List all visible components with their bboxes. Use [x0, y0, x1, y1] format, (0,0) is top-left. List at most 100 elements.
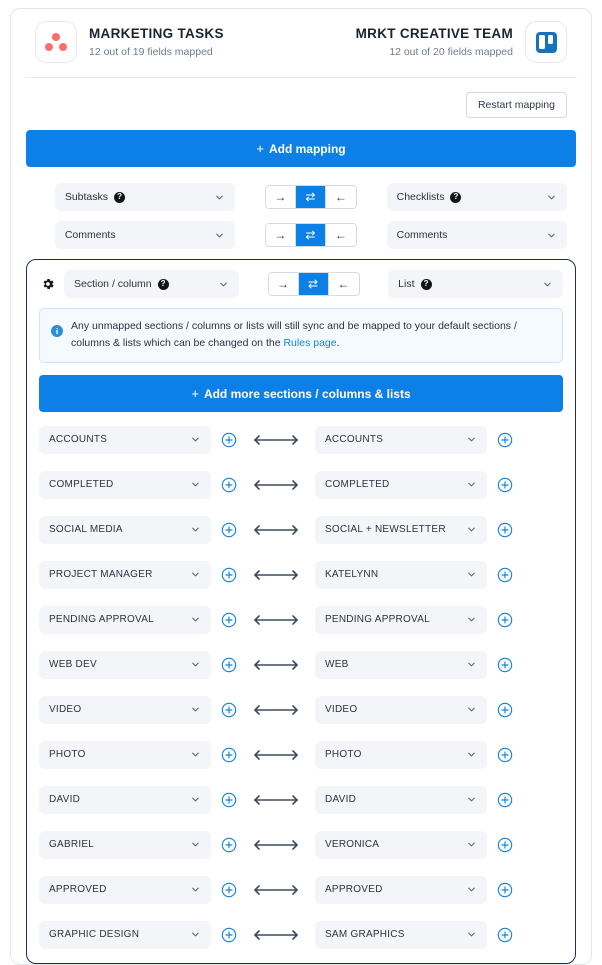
- add-left-section-button[interactable]: [221, 747, 237, 763]
- add-right-list-button[interactable]: [497, 612, 513, 628]
- gear-icon[interactable]: [39, 277, 57, 291]
- add-left-section-button[interactable]: [221, 567, 237, 583]
- add-right-list-button[interactable]: [497, 792, 513, 808]
- add-right-list-button[interactable]: [497, 522, 513, 538]
- direction-toggle-1[interactable]: → ⇄ ←: [264, 223, 357, 247]
- section-row-right-select[interactable]: WEB: [315, 650, 487, 679]
- help-icon[interactable]: ?: [450, 191, 462, 203]
- add-left-section-button[interactable]: [221, 837, 237, 853]
- restart-row: Restart mapping: [25, 78, 577, 130]
- section-row-left-select[interactable]: VIDEO: [39, 695, 211, 724]
- section-row-left-select[interactable]: WEB DEV: [39, 650, 211, 679]
- help-icon[interactable]: ?: [157, 278, 169, 290]
- chevron-down-icon: [214, 230, 225, 241]
- section-row-right-select[interactable]: COMPLETED: [315, 470, 487, 499]
- section-row-right-label: APPROVED: [325, 884, 383, 896]
- direction-both-option[interactable]: ⇄: [295, 186, 326, 208]
- add-left-section-button[interactable]: [221, 477, 237, 493]
- add-right-list-button[interactable]: [497, 882, 513, 898]
- section-row-left-select[interactable]: APPROVED: [39, 875, 211, 904]
- add-right-list-button[interactable]: [497, 702, 513, 718]
- mapping-left-label: Comments: [64, 229, 116, 241]
- add-left-section-button[interactable]: [221, 612, 237, 628]
- section-row-right-label: DAVID: [325, 794, 357, 806]
- add-right-list-button[interactable]: [497, 432, 513, 448]
- chevron-down-icon: [466, 704, 477, 715]
- chevron-down-icon: [190, 884, 201, 895]
- bidirectional-arrow-icon: [248, 884, 304, 896]
- section-row-right-label: KATELYNN: [325, 569, 379, 581]
- mapping-right-select[interactable]: Comments: [386, 221, 568, 249]
- restart-mapping-button[interactable]: Restart mapping: [465, 92, 567, 118]
- add-left-section-button[interactable]: [221, 882, 237, 898]
- add-left-section-button[interactable]: [221, 522, 237, 538]
- add-left-section-button[interactable]: [221, 657, 237, 673]
- chevron-down-icon: [466, 614, 477, 625]
- direction-both-option[interactable]: ⇄: [298, 273, 329, 295]
- bidirectional-arrow-icon: [248, 479, 304, 491]
- section-row-left-select[interactable]: DAVID: [39, 785, 211, 814]
- direction-left-option[interactable]: ←: [325, 224, 356, 246]
- chevron-down-icon: [466, 794, 477, 805]
- section-row-right-select[interactable]: VIDEO: [315, 695, 487, 724]
- mapping-left-select[interactable]: Subtasks?: [54, 183, 236, 211]
- section-row-right-select[interactable]: KATELYNN: [315, 560, 487, 589]
- mapping-left-select[interactable]: Comments: [54, 221, 236, 249]
- section-row-left-select[interactable]: ACCOUNTS: [39, 425, 211, 454]
- section-right-select[interactable]: List ?: [388, 270, 563, 298]
- section-mapping-row: ACCOUNTS ACCOUNTS: [39, 425, 563, 454]
- direction-both-option[interactable]: ⇄: [295, 224, 326, 246]
- add-right-list-button[interactable]: [497, 657, 513, 673]
- section-row-left-select[interactable]: GABRIEL: [39, 830, 211, 859]
- chevron-down-icon: [546, 192, 557, 203]
- mapping-right-select[interactable]: Checklists?: [386, 183, 568, 211]
- add-right-list-button[interactable]: [497, 927, 513, 943]
- add-more-sections-button[interactable]: + Add more sections / columns & lists: [39, 374, 563, 412]
- direction-right-option[interactable]: →: [265, 224, 296, 246]
- section-row-left-select[interactable]: COMPLETED: [39, 470, 211, 499]
- direction-right-option[interactable]: →: [268, 273, 299, 295]
- section-row-right-select[interactable]: VERONICA: [315, 830, 487, 859]
- chevron-down-icon: [190, 434, 201, 445]
- direction-left-option[interactable]: ←: [328, 273, 359, 295]
- help-icon[interactable]: ?: [114, 191, 126, 203]
- section-mapping-row: WEB DEV WEB: [39, 650, 563, 679]
- section-row-right-select[interactable]: ACCOUNTS: [315, 425, 487, 454]
- bidirectional-arrow-icon: [248, 794, 304, 806]
- add-right-list-button[interactable]: [497, 477, 513, 493]
- section-row-left-select[interactable]: PENDING APPROVAL: [39, 605, 211, 634]
- direction-left-option[interactable]: ←: [325, 186, 356, 208]
- add-mapping-button[interactable]: + Add mapping: [26, 130, 576, 167]
- section-row-right-select[interactable]: PENDING APPROVAL: [315, 605, 487, 634]
- section-row-left-select[interactable]: SOCIAL MEDIA: [39, 515, 211, 544]
- section-right-label: List: [398, 278, 415, 290]
- chevron-down-icon: [466, 569, 477, 580]
- chevron-down-icon: [190, 524, 201, 535]
- add-left-section-button[interactable]: [221, 792, 237, 808]
- section-row-right-select[interactable]: DAVID: [315, 785, 487, 814]
- help-icon[interactable]: ?: [420, 278, 432, 290]
- section-direction-toggle[interactable]: → ⇄ ←: [267, 272, 360, 296]
- bidirectional-arrow-icon: [248, 749, 304, 761]
- section-left-select[interactable]: Section / column ?: [64, 270, 239, 298]
- direction-right-option[interactable]: →: [265, 186, 296, 208]
- mapping-left-label: Subtasks: [64, 191, 109, 203]
- section-row-right-select[interactable]: APPROVED: [315, 875, 487, 904]
- chevron-down-icon: [190, 839, 201, 850]
- add-right-list-button[interactable]: [497, 567, 513, 583]
- rules-page-link[interactable]: Rules page: [283, 337, 336, 349]
- section-row-left-select[interactable]: GRAPHIC DESIGN: [39, 920, 211, 949]
- add-right-list-button[interactable]: [497, 837, 513, 853]
- section-row-left-select[interactable]: PROJECT MANAGER: [39, 560, 211, 589]
- add-left-section-button[interactable]: [221, 927, 237, 943]
- direction-toggle-0[interactable]: → ⇄ ←: [264, 185, 357, 209]
- mapping-card: MARKETING TASKS 12 out of 19 fields mapp…: [10, 8, 592, 965]
- section-left-label: Section / column: [74, 278, 152, 290]
- add-left-section-button[interactable]: [221, 432, 237, 448]
- add-left-section-button[interactable]: [221, 702, 237, 718]
- section-row-right-select[interactable]: SOCIAL + NEWSLETTER: [315, 515, 487, 544]
- section-row-right-select[interactable]: SAM GRAPHICS: [315, 920, 487, 949]
- add-right-list-button[interactable]: [497, 747, 513, 763]
- section-row-left-select[interactable]: PHOTO: [39, 740, 211, 769]
- section-row-right-select[interactable]: PHOTO: [315, 740, 487, 769]
